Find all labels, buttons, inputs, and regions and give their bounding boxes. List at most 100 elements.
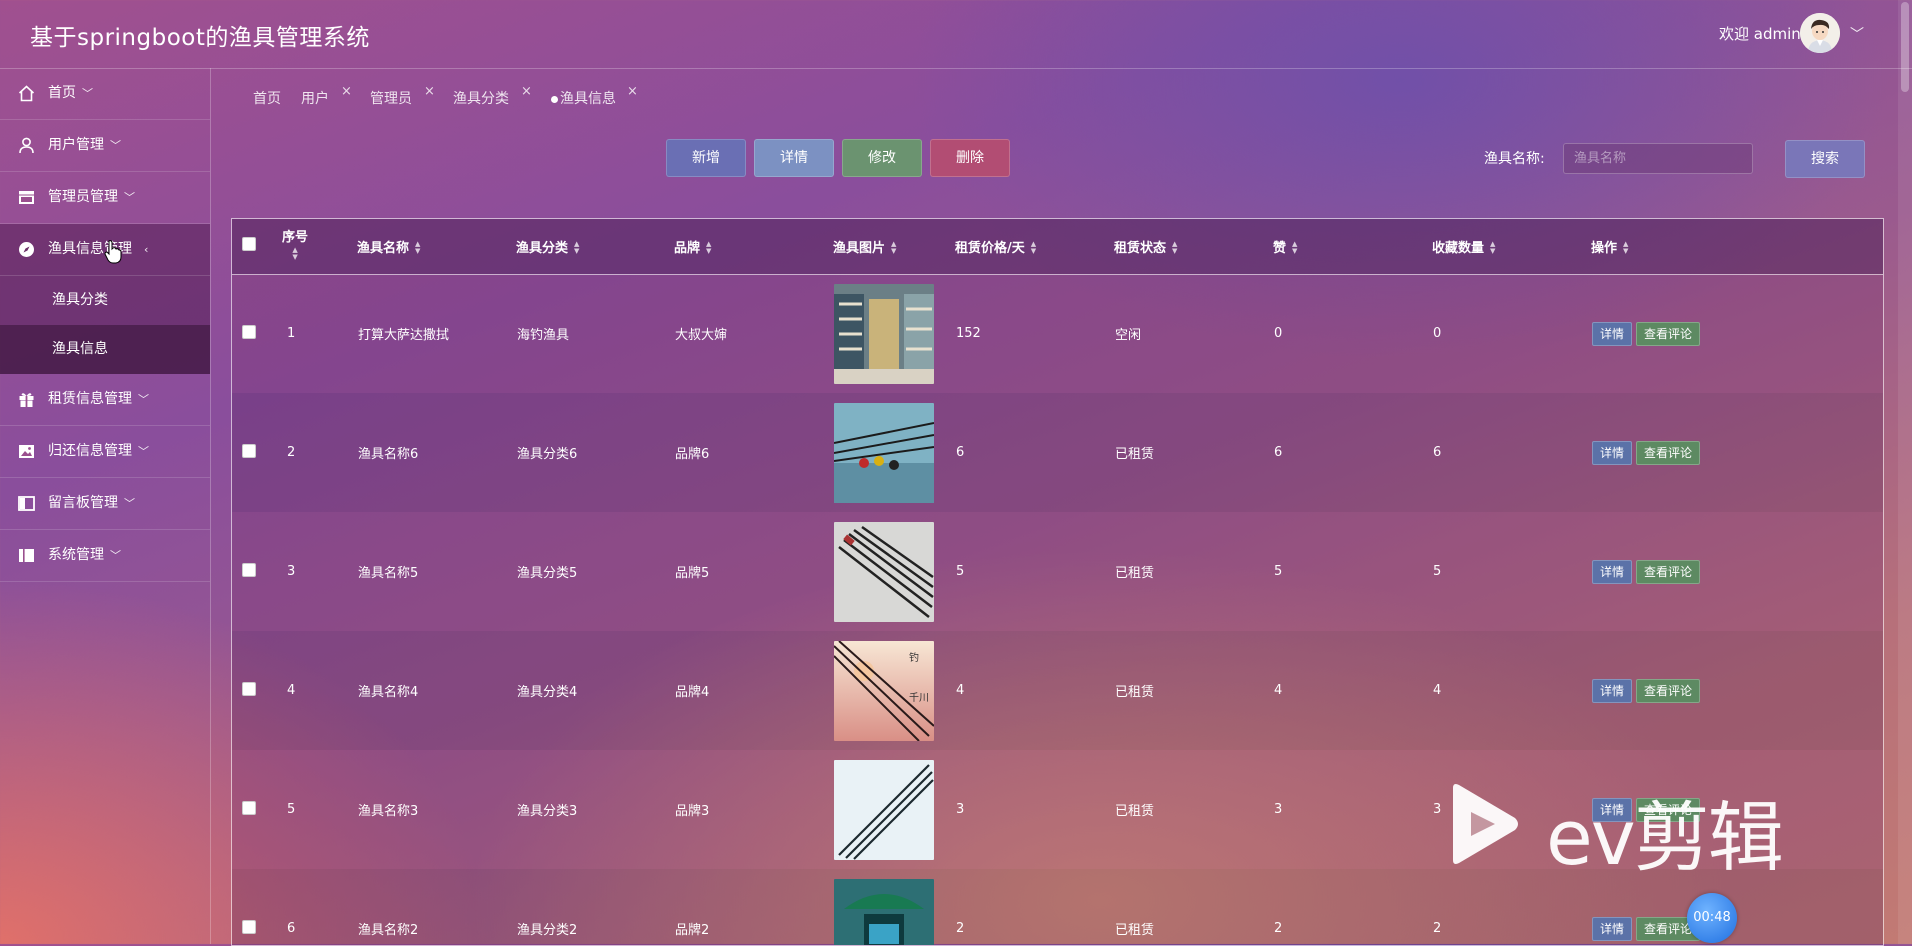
sidebar-item-message-board[interactable]: 留言板管理﹀: [0, 478, 210, 530]
table-row[interactable]: 3渔具名称5渔具分类5品牌55已租赁55详情查看评论: [232, 512, 1883, 631]
gear-image[interactable]: [834, 760, 934, 860]
row-checkbox[interactable]: [242, 325, 256, 339]
vertical-scrollbar[interactable]: [1898, 0, 1912, 944]
edit-button[interactable]: 修改: [842, 139, 922, 177]
row-detail-button[interactable]: 详情: [1592, 322, 1632, 346]
search-button[interactable]: 搜索: [1785, 140, 1865, 178]
sidebar-subitem-fishing-gear-category[interactable]: 渔具分类: [0, 276, 210, 325]
column-header-status[interactable]: 租赁状态▲▼: [1114, 219, 1273, 274]
sort-icon[interactable]: ▲▼: [706, 241, 711, 255]
tag-home[interactable]: 首页: [253, 88, 281, 108]
row-checkbox[interactable]: [242, 682, 256, 696]
row-comments-button[interactable]: 查看评论: [1636, 322, 1700, 346]
cell-image[interactable]: [833, 512, 955, 631]
detail-button[interactable]: 详情: [754, 139, 834, 177]
search-input[interactable]: [1563, 143, 1753, 174]
add-button[interactable]: 新增: [666, 139, 746, 177]
sort-icon[interactable]: ▲▼: [1172, 241, 1177, 255]
row-detail-button[interactable]: 详情: [1592, 441, 1632, 465]
chevron-down-icon: ﹀: [138, 445, 149, 458]
row-comments-button[interactable]: 查看评论: [1636, 560, 1700, 584]
tag-admin[interactable]: 管理员×: [370, 88, 412, 108]
row-detail-button[interactable]: 详情: [1592, 917, 1632, 941]
column-header-actions[interactable]: 操作▲▼: [1591, 219, 1883, 274]
column-header-price[interactable]: 租赁价格/天▲▼: [955, 219, 1114, 274]
row-checkbox[interactable]: [242, 563, 256, 577]
sort-icon[interactable]: ▲▼: [1031, 241, 1036, 255]
cell-name: 渔具名称3: [357, 750, 516, 869]
sidebar-item-rental-management[interactable]: 租赁信息管理﹀: [0, 374, 210, 426]
row-checkbox[interactable]: [242, 444, 256, 458]
sidebar-item-return-management[interactable]: 归还信息管理﹀: [0, 426, 210, 478]
cell-favorites: 6: [1432, 393, 1591, 512]
table-row[interactable]: 4渔具名称4渔具分类4品牌4钓千川4已租赁44详情查看评论: [232, 631, 1883, 750]
gear-image[interactable]: [834, 879, 934, 946]
sort-icon[interactable]: ▲▼: [1292, 241, 1297, 255]
cell-no: 4: [282, 631, 357, 750]
row-checkbox[interactable]: [242, 801, 256, 815]
gear-image[interactable]: [834, 403, 934, 503]
cell-likes: 4: [1273, 631, 1432, 750]
sort-icon[interactable]: ▲▼: [574, 241, 579, 255]
watermark-text: ev剪辑: [1546, 776, 1782, 886]
cell-no: 1: [282, 274, 357, 393]
table-row[interactable]: 2渔具名称6渔具分类6品牌66已租赁66详情查看评论: [232, 393, 1883, 512]
cell-image[interactable]: 钓千川: [833, 631, 955, 750]
sort-icon[interactable]: ▲▼: [415, 241, 420, 255]
cell-likes: 6: [1273, 393, 1432, 512]
tag-fishing-gear-info[interactable]: 渔具信息×: [551, 88, 616, 108]
gear-image[interactable]: 钓千川: [834, 641, 934, 741]
sort-icon[interactable]: ▲▼: [1490, 241, 1495, 255]
sidebar-item-admin-management[interactable]: 管理员管理﹀: [0, 172, 210, 224]
gear-image[interactable]: [834, 284, 934, 384]
user-dropdown-chevron-icon[interactable]: ﹀: [1850, 24, 1864, 44]
cell-status: 已租赁: [1114, 750, 1273, 869]
close-icon[interactable]: ×: [627, 84, 638, 99]
row-detail-button[interactable]: 详情: [1592, 560, 1632, 584]
sidebar-item-user-management[interactable]: 用户管理﹀: [0, 120, 210, 172]
cell-brand: 品牌4: [674, 631, 833, 750]
cell-image[interactable]: [833, 393, 955, 512]
sidebar-item-label: 系统管理: [48, 547, 104, 563]
row-detail-button[interactable]: 详情: [1592, 679, 1632, 703]
tag-user[interactable]: 用户×: [301, 88, 329, 108]
cell-favorites: 5: [1432, 512, 1591, 631]
close-icon[interactable]: ×: [341, 84, 352, 99]
chevron-left-icon: ‹: [144, 243, 148, 256]
sidebar-item-system-management[interactable]: 系统管理﹀: [0, 530, 210, 582]
column-header-no[interactable]: 序号▲▼: [282, 219, 357, 274]
cell-image[interactable]: [833, 869, 955, 946]
column-header-likes[interactable]: 赞▲▼: [1273, 219, 1432, 274]
sort-icon[interactable]: ▲▼: [1623, 241, 1628, 255]
row-comments-button[interactable]: 查看评论: [1636, 441, 1700, 465]
column-header-brand[interactable]: 品牌▲▼: [674, 219, 833, 274]
tag-fishing-gear-category[interactable]: 渔具分类×: [453, 88, 509, 108]
cell-image[interactable]: [833, 274, 955, 393]
sort-icon[interactable]: ▲▼: [891, 241, 896, 255]
cell-name: 渔具名称4: [357, 631, 516, 750]
cell-image[interactable]: [833, 750, 955, 869]
chevron-down-icon: ﹀: [138, 393, 149, 406]
app-title: 基于springboot的渔具管理系统: [30, 18, 370, 52]
column-header-category[interactable]: 渔具分类▲▼: [516, 219, 674, 274]
table-row[interactable]: 1打算大萨达撒拭海钓渔具大叔大婶152空闲00详情查看评论: [232, 274, 1883, 393]
row-checkbox[interactable]: [242, 920, 256, 934]
top-bar: 基于springboot的渔具管理系统 欢迎 admin ﹀: [0, 0, 1912, 69]
delete-button[interactable]: 删除: [930, 139, 1010, 177]
gear-image[interactable]: [1901, 2, 1909, 92]
close-icon[interactable]: ×: [424, 84, 435, 99]
close-icon[interactable]: ×: [521, 84, 532, 99]
cell-category: 渔具分类2: [516, 869, 674, 946]
column-header-name[interactable]: 渔具名称▲▼: [357, 219, 516, 274]
select-all-checkbox[interactable]: [242, 237, 256, 251]
row-comments-button[interactable]: 查看评论: [1636, 679, 1700, 703]
column-header-favorites[interactable]: 收藏数量▲▼: [1432, 219, 1591, 274]
sidebar-subitem-fishing-gear-info[interactable]: 渔具信息: [0, 325, 210, 374]
gear-image[interactable]: [834, 522, 934, 622]
sidebar-item-home[interactable]: 首页﹀: [0, 68, 210, 120]
tag-label: 管理员: [370, 91, 412, 107]
sort-icon[interactable]: ▲▼: [292, 247, 297, 261]
avatar[interactable]: [1800, 13, 1840, 53]
cell-brand: 品牌5: [674, 512, 833, 631]
column-header-image[interactable]: 渔具图片▲▼: [833, 219, 955, 274]
